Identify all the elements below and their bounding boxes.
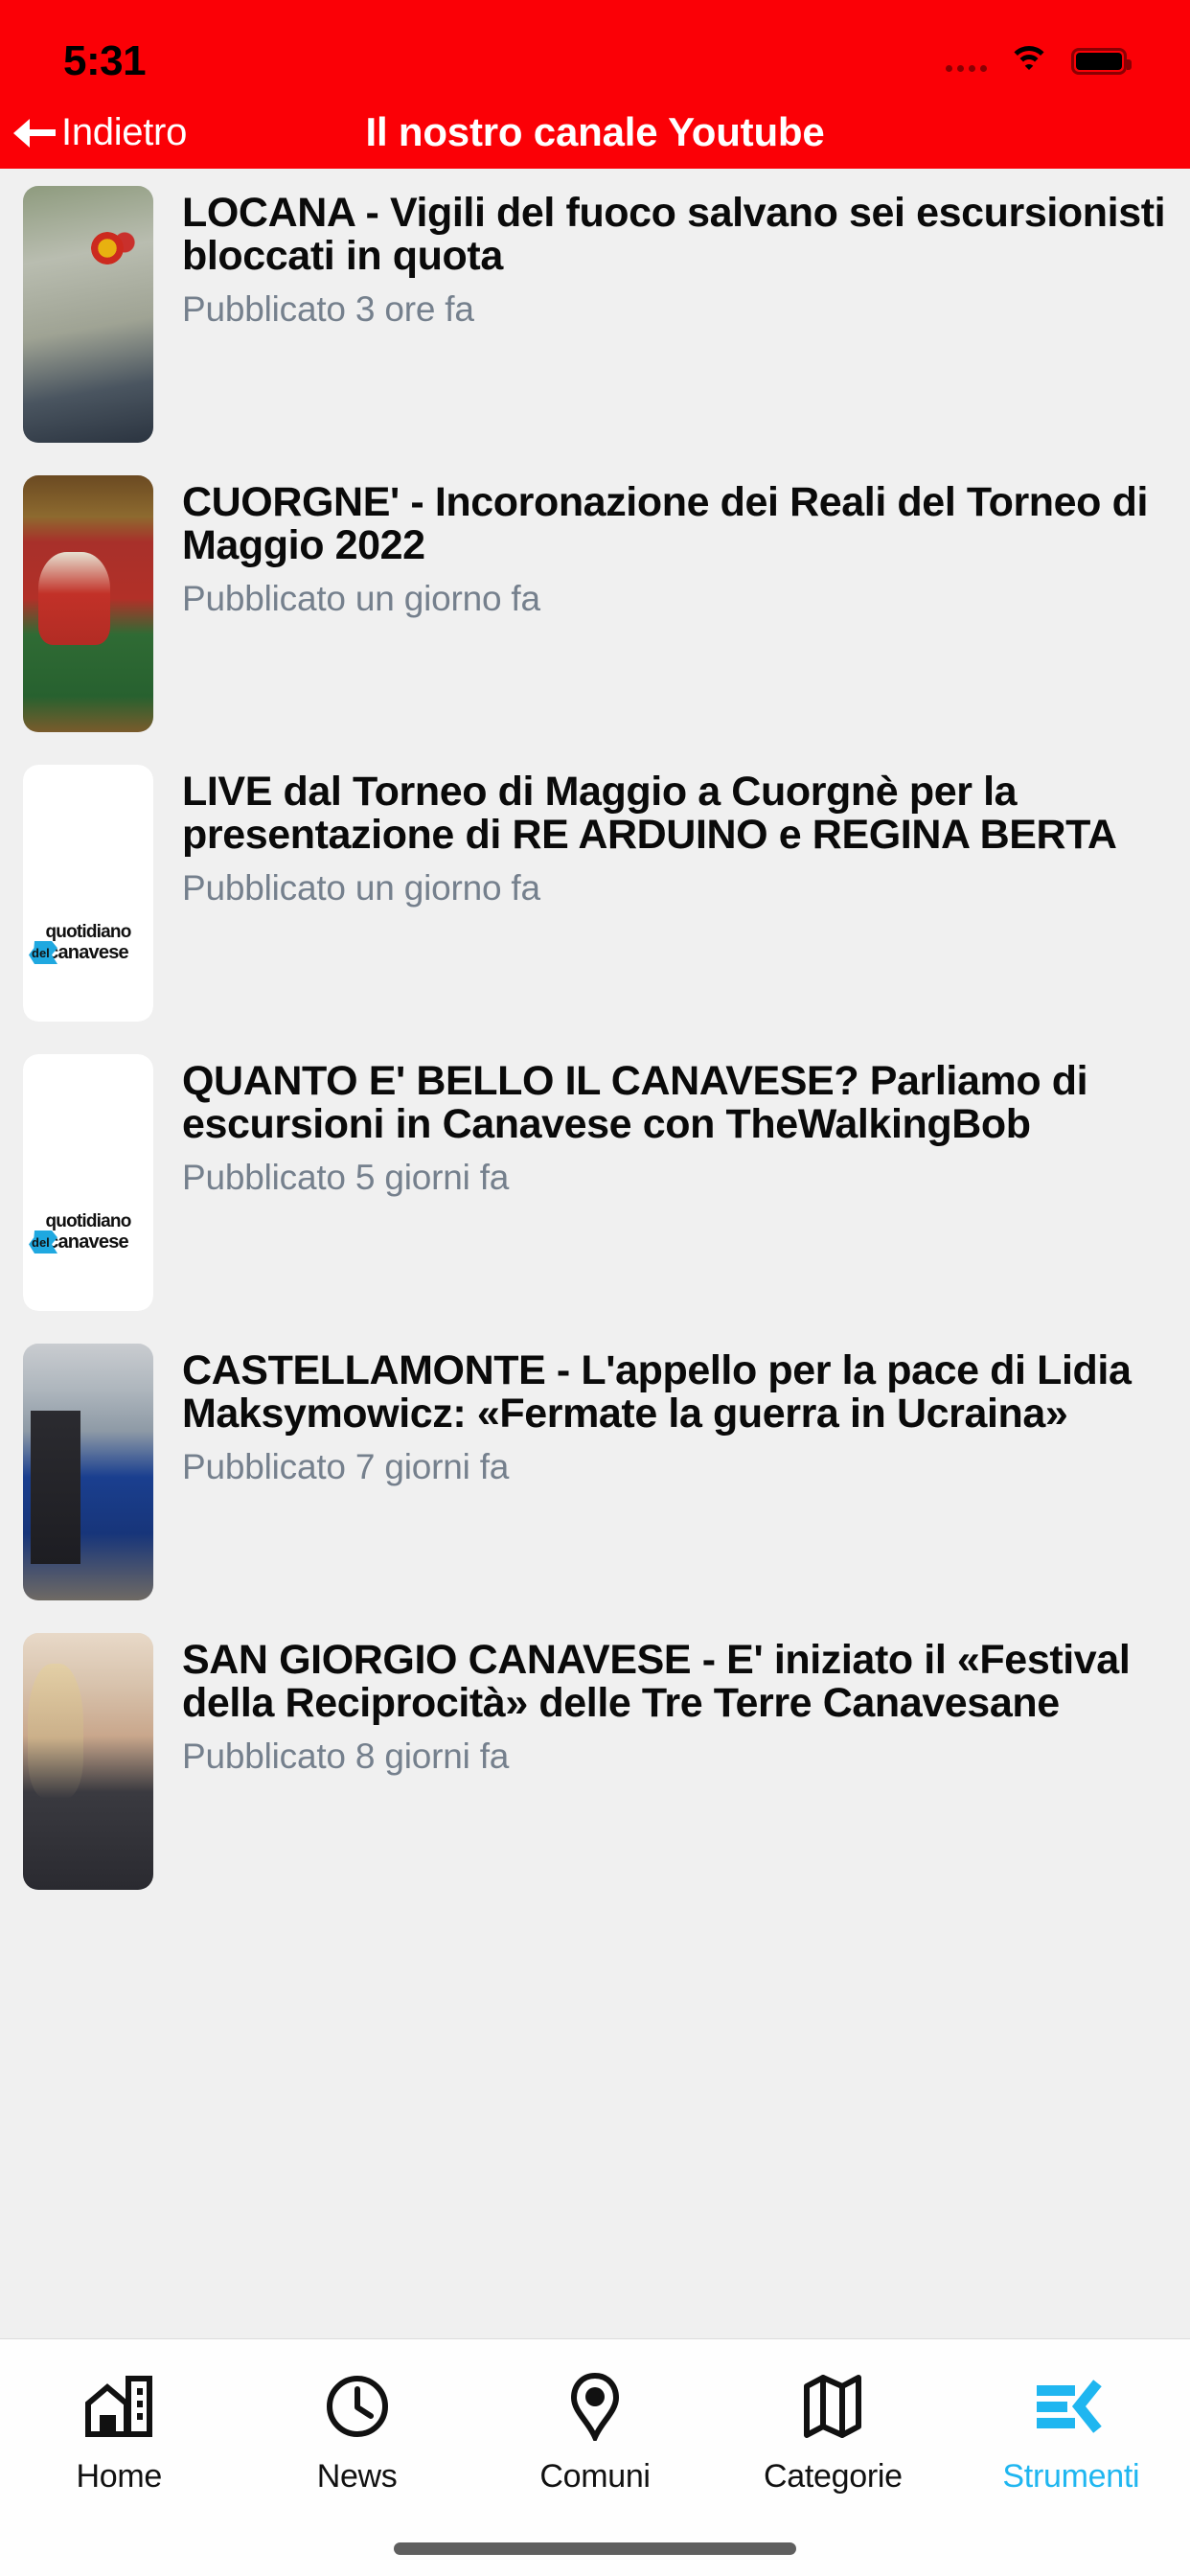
list-item-title: LIVE dal Torneo di Maggio a Cuorgnè per … [182,769,1117,858]
list-item-thumbnail [23,186,153,443]
list-item[interactable]: LOCANA - Vigili del fuoco salvano sei es… [0,186,1190,443]
building-home-icon [84,2372,153,2441]
list-item-text: LIVE dal Torneo di Maggio a Cuorgnè per … [182,765,1169,1022]
status-time: 5:31 [63,37,147,84]
wifi-icon [1008,45,1050,78]
back-button-label: Indietro [61,110,188,153]
map-pin-icon [569,2372,621,2441]
list-item-text: LOCANA - Vigili del fuoco salvano sei es… [182,186,1169,443]
logo-badge-text: del [32,946,50,960]
list-item-thumbnail [23,1633,153,1890]
list-item-meta: Pubblicato 7 giorni fa [182,1447,510,1487]
list-item-title: CASTELLAMONTE - L'appello per la pace di… [182,1347,1132,1437]
list-item-title: QUANTO E' BELLO IL CANAVESE? Parliamo di… [182,1058,1088,1147]
tab-label: Categorie [764,2458,903,2495]
list-item-meta: Pubblicato 8 giorni fa [182,1736,510,1777]
battery-icon [1071,48,1132,75]
video-list[interactable]: LOCANA - Vigili del fuoco salvano sei es… [0,169,1190,2338]
list-item-text: SAN GIORGIO CANAVESE - E' iniziato il «F… [182,1633,1169,1890]
list-item[interactable]: CASTELLAMONTE - L'appello per la pace di… [0,1344,1190,1600]
list-item-meta: Pubblicato 5 giorni fa [182,1158,510,1198]
clock-icon [325,2372,390,2441]
logo-badge-text: del [32,1235,50,1250]
list-item[interactable]: SAN GIORGIO CANAVESE - E' iniziato il «F… [0,1633,1190,1890]
status-bar: 5:31 [0,0,1190,96]
navigation-bar: Indietro Il nostro canale Youtube [0,96,1190,169]
list-item-title: LOCANA - Vigili del fuoco salvano sei es… [182,190,1166,279]
signal-dots-icon [946,51,987,72]
folded-map-icon [803,2372,862,2441]
logo-line-1: quotidiano [45,1211,131,1231]
list-item-title: SAN GIORGIO CANAVESE - E' iniziato il «F… [182,1637,1131,1726]
tab-home[interactable]: Home [0,2372,238,2496]
list-item-thumbnail [23,475,153,732]
list-item-meta: Pubblicato un giorno fa [182,579,540,619]
list-item-thumbnail: quotidiano canavese del [23,765,153,1022]
list-item-meta: Pubblicato un giorno fa [182,868,540,908]
tab-news[interactable]: News [238,2372,475,2496]
list-item-thumbnail: quotidiano canavese del [23,1054,153,1311]
tab-bar: Home News Comuni Categorie Strumenti [0,2338,1190,2576]
quotidiano-canavese-logo: quotidiano canavese del [27,1211,149,1254]
tab-strumenti[interactable]: Strumenti [952,2372,1190,2496]
list-item-text: QUANTO E' BELLO IL CANAVESE? Parliamo di… [182,1054,1169,1311]
list-item[interactable]: quotidiano canavese del QUANTO E' BELLO … [0,1054,1190,1311]
list-item[interactable]: quotidiano canavese del LIVE dal Torneo … [0,765,1190,1022]
home-indicator[interactable] [394,2542,796,2555]
tools-menu-chevron-icon [1035,2372,1108,2441]
list-item-text: CUORGNE' - Incoronazione dei Reali del T… [182,475,1169,732]
tab-categorie[interactable]: Categorie [714,2372,951,2496]
arrow-left-icon [13,116,56,149]
quotidiano-canavese-logo: quotidiano canavese del [27,922,149,964]
tab-comuni[interactable]: Comuni [476,2372,714,2496]
list-item[interactable]: CUORGNE' - Incoronazione dei Reali del T… [0,475,1190,732]
back-button[interactable]: Indietro [0,111,187,154]
list-item-title: CUORGNE' - Incoronazione dei Reali del T… [182,479,1148,568]
list-item-text: CASTELLAMONTE - L'appello per la pace di… [182,1344,1169,1600]
tab-label: Strumenti [1002,2458,1140,2495]
list-item-thumbnail [23,1344,153,1600]
app-screen: 5:31 Indietro Il nostro canale Youtube L… [0,0,1190,2576]
list-item-meta: Pubblicato 3 ore fa [182,289,474,330]
tab-label: Comuni [539,2458,651,2495]
logo-line-1: quotidiano [45,922,131,942]
status-indicators [946,45,1132,78]
tab-label: Home [76,2458,162,2495]
tab-label: News [316,2458,398,2495]
